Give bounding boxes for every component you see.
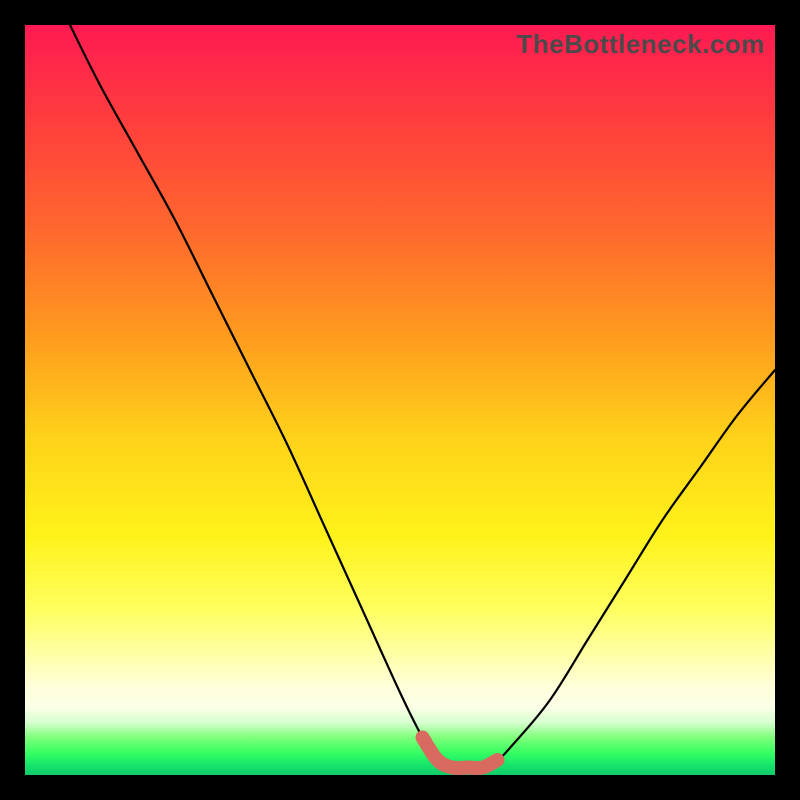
chart-frame: TheBottleneck.com	[0, 0, 800, 800]
chart-svg	[25, 25, 775, 775]
optimal-range-highlight	[423, 738, 498, 769]
bottleneck-curve	[70, 25, 775, 768]
plot-area: TheBottleneck.com	[25, 25, 775, 775]
